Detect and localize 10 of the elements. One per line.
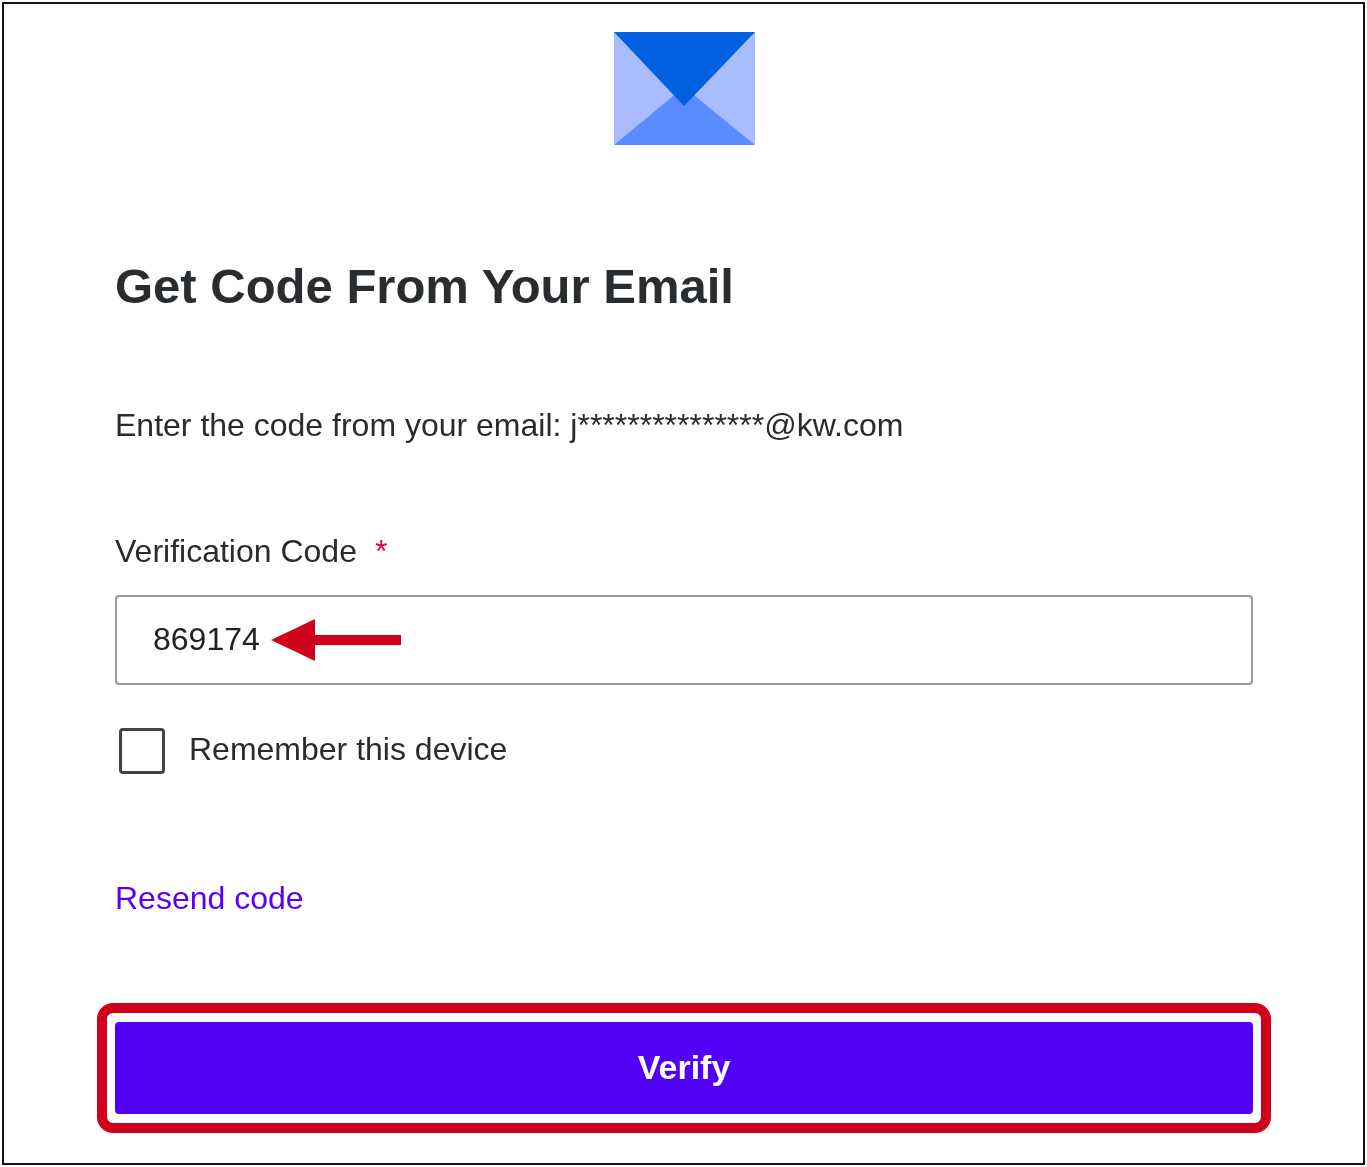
required-marker: *: [374, 533, 388, 570]
instruction-text: Enter the code from your email: j***************@kw.com: [115, 405, 905, 445]
field-label: Verification Code: [115, 533, 357, 570]
checkbox-label: Remember this device: [189, 730, 508, 770]
verify-button[interactable]: Verify: [115, 1021, 1253, 1114]
remember-checkbox[interactable]: [119, 727, 165, 774]
page-title: Get Code From Your Email: [115, 258, 735, 315]
resend-link[interactable]: Resend code: [115, 873, 304, 922]
code-input-field[interactable]: 869174: [115, 594, 1253, 685]
envelope-icon: [613, 32, 755, 145]
